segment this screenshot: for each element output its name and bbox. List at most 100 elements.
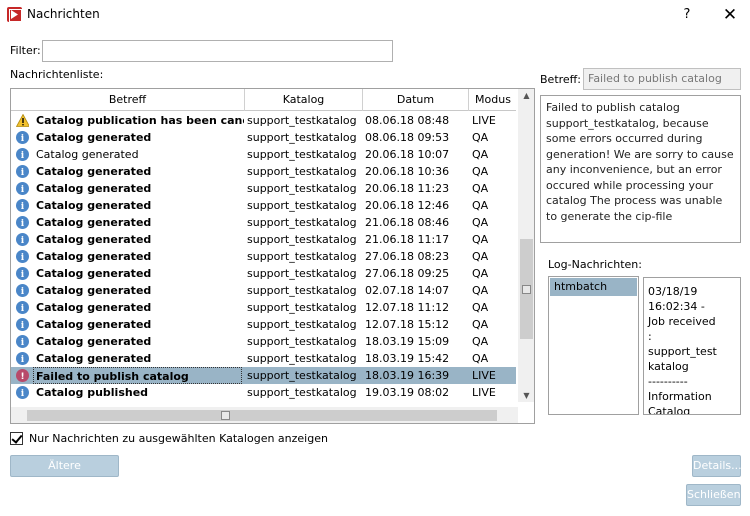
catalog-cell: support_testkatalog	[247, 199, 357, 212]
log-list[interactable]: htmbatch	[548, 276, 639, 415]
message-list-label: Nachrichtenliste:	[10, 68, 104, 81]
table-row[interactable]: i Catalog generated support_testkatalog 21.…	[11, 231, 516, 248]
catalog-cell: support_testkatalog	[247, 284, 357, 297]
subject-cell: Catalog generated	[36, 318, 152, 331]
subject-cell: Catalog generated	[36, 267, 152, 280]
mode-cell: QA	[472, 233, 489, 246]
info-icon: i	[16, 335, 29, 348]
table-row[interactable]: i Catalog generated support_testkatalog 08.…	[11, 129, 516, 146]
message-text[interactable]: Failed to publish catalog support_testka…	[540, 95, 741, 243]
table-row[interactable]: i Catalog generated support_testkatalog 21.…	[11, 214, 516, 231]
message-list[interactable]: Betreff Katalog Datum Modus ⌃ Catalog pu…	[10, 88, 535, 424]
catalog-cell: support_testkatalog	[247, 267, 357, 280]
info-icon: i	[16, 148, 29, 161]
scroll-down-icon[interactable]: ▼	[518, 391, 534, 400]
date-cell: 02.07.18 14:07	[365, 284, 450, 297]
mode-cell: QA	[472, 318, 489, 331]
log-list-item[interactable]: htmbatch	[550, 278, 637, 296]
window-title: Nachrichten	[27, 7, 100, 21]
table-row[interactable]: i Catalog generated support_testkatalog 20.…	[11, 197, 516, 214]
date-cell: 18.03.19 15:09	[365, 335, 450, 348]
subject-cell: Catalog publication has been cancelled	[36, 114, 244, 127]
mode-cell: QA	[472, 267, 489, 280]
catalog-cell: support_testkatalog	[247, 318, 357, 331]
catalog-cell: support_testkatalog	[247, 352, 357, 365]
subject-cell: Catalog generated	[36, 352, 152, 365]
mode-cell: LIVE	[472, 386, 496, 399]
horizontal-scroll-grip-icon	[221, 411, 230, 420]
table-row[interactable]: i Catalog generated support_testkatalog 02.…	[11, 282, 516, 299]
details-button[interactable]: Details...	[692, 455, 742, 477]
catalog-cell: support_testkatalog	[247, 335, 357, 348]
older-messages-button[interactable]: Ältere Nachrichten...	[10, 455, 119, 492]
log-messages-label: Log-Nachrichten:	[548, 258, 642, 271]
info-icon: i	[16, 301, 29, 314]
filter-selected-catalogs-label[interactable]: Nur Nachrichten zu ausgewählten Kataloge…	[29, 432, 328, 445]
table-row[interactable]: Catalog publication has been cancelledsu…	[11, 112, 516, 129]
table-row[interactable]: i Catalog generated support_testkatalog 18.…	[11, 350, 516, 367]
info-icon: i	[16, 182, 29, 195]
table-row[interactable]: i Catalog generated support_testkatalog 27.…	[11, 265, 516, 282]
info-icon: i	[16, 352, 29, 365]
catalog-cell: support_testkatalog	[247, 233, 357, 246]
mode-cell: QA	[472, 352, 489, 365]
mode-cell: QA	[472, 182, 489, 195]
table-row[interactable]: i Catalog generated support_testkatalog 27.…	[11, 248, 516, 265]
catalog-cell: support_testkatalog	[247, 250, 357, 263]
subject-cell: Catalog generated	[36, 284, 152, 297]
table-row[interactable]: i Catalog generated support_testkatalog 20.…	[11, 180, 516, 197]
mode-cell: LIVE	[472, 369, 496, 382]
subject-cell: Catalog published	[36, 386, 149, 399]
subject-cell: Catalog generated	[36, 165, 152, 178]
mode-cell: QA	[472, 301, 489, 314]
table-row[interactable]: ! Failed to publish catalog support_testka…	[11, 367, 516, 384]
date-cell: 18.03.19 16:39	[365, 369, 450, 382]
date-cell: 12.07.18 11:12	[365, 301, 450, 314]
date-cell: 20.06.18 11:23	[365, 182, 450, 195]
info-icon: i	[16, 165, 29, 178]
table-row[interactable]: i Catalog published support_testkatalog 19.…	[11, 384, 516, 401]
subject-field: Failed to publish catalog	[583, 68, 741, 90]
sort-ascending-icon: ⌃	[409, 88, 417, 95]
filter-selected-catalogs-checkbox[interactable]	[10, 432, 23, 445]
log-detail-text[interactable]: 03/18/19 16:02:34 - Job received : suppo…	[643, 277, 741, 415]
catalog-cell: support_testkatalog	[247, 131, 357, 144]
subject-cell: Catalog generated	[36, 233, 152, 246]
table-row[interactable]: i Catalog generated support_testkatalog 20.…	[11, 163, 516, 180]
date-cell: 27.06.18 09:25	[365, 267, 450, 280]
horizontal-scroll-thumb[interactable]	[27, 410, 497, 421]
subject-cell: Catalog generated	[36, 301, 152, 314]
column-header-modus[interactable]: Modus	[469, 89, 517, 111]
message-list-body: Catalog publication has been cancelledsu…	[11, 112, 516, 401]
horizontal-scrollbar[interactable]	[11, 407, 518, 423]
subject-cell: Catalog generated	[36, 182, 152, 195]
mode-cell: QA	[472, 216, 489, 229]
close-button[interactable]: Schließen	[686, 484, 741, 506]
vertical-scroll-grip-icon	[522, 285, 531, 294]
subject-cell: Catalog generated	[36, 335, 152, 348]
subject-cell: Catalog generated	[36, 199, 152, 212]
table-row[interactable]: i Catalog generated support_testkatalog 12.…	[11, 316, 516, 333]
catalog-cell: support_testkatalog	[247, 386, 357, 399]
table-row[interactable]: i Catalog generated support_testkatalog 20.…	[11, 146, 516, 163]
error-icon: !	[16, 369, 29, 382]
date-cell: 21.06.18 08:46	[365, 216, 450, 229]
column-header-betreff[interactable]: Betreff	[11, 89, 245, 111]
filter-input[interactable]	[42, 40, 393, 62]
catalog-cell: support_testkatalog	[247, 301, 357, 314]
catalog-cell: support_testkatalog	[247, 182, 357, 195]
close-icon[interactable]: ✕	[718, 4, 742, 26]
table-row[interactable]: i Catalog generated support_testkatalog 12.…	[11, 299, 516, 316]
table-row[interactable]: i Catalog generated support_testkatalog 18.…	[11, 333, 516, 350]
date-cell: 20.06.18 12:46	[365, 199, 450, 212]
column-header-katalog[interactable]: Katalog	[245, 89, 363, 111]
help-button[interactable]: ?	[676, 4, 698, 26]
vertical-scrollbar[interactable]: ▲ ▼	[518, 89, 534, 402]
info-icon: i	[16, 250, 29, 263]
catalog-cell: support_testkatalog	[247, 114, 357, 127]
catalog-cell: support_testkatalog	[247, 165, 357, 178]
scroll-up-icon[interactable]: ▲	[518, 91, 534, 100]
subject-cell: Catalog generated	[36, 131, 152, 144]
mode-cell: QA	[472, 335, 489, 348]
date-cell: 27.06.18 08:23	[365, 250, 450, 263]
